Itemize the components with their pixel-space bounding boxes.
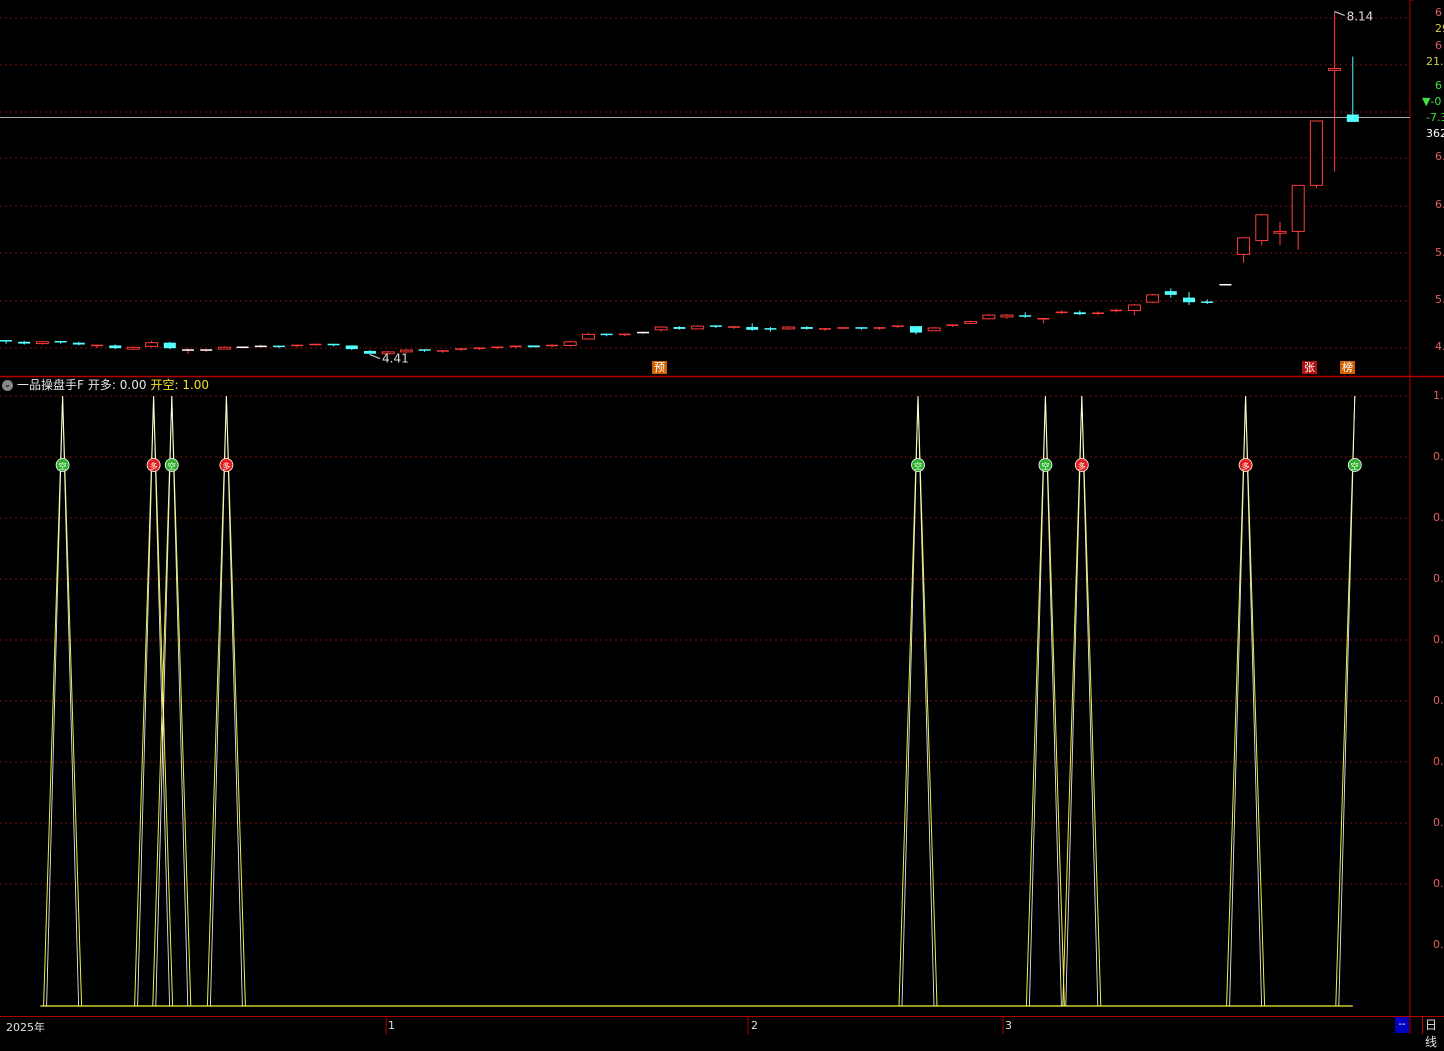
- candle-body: [72, 342, 85, 345]
- candle-body: [527, 345, 540, 348]
- price-axis-tick: 5.: [1435, 246, 1444, 259]
- candle-body: [1237, 237, 1251, 255]
- period-tab[interactable]: 日线: [1422, 1017, 1444, 1049]
- candle-body: [1309, 120, 1323, 186]
- price-axis-tick: ▼-0: [1422, 95, 1442, 108]
- candle-body: [1146, 294, 1160, 303]
- signal-kong-label: 空: [1351, 461, 1359, 471]
- high-pointer: [1334, 11, 1345, 16]
- indicator-axis-tick: 0.: [1433, 450, 1444, 463]
- signal-kong-label: 空: [59, 461, 67, 471]
- price-axis-tick: -7.3: [1426, 111, 1444, 124]
- signal-kong-label: 空: [168, 461, 176, 471]
- event-marker-badge[interactable]: 预: [652, 361, 667, 374]
- candle-body: [964, 321, 978, 324]
- indicator-axis-tick: 1.: [1433, 389, 1444, 402]
- candle-body: [691, 325, 705, 330]
- indicator-name[interactable]: 一品操盘手F: [17, 377, 84, 393]
- candle-body: [1000, 314, 1014, 318]
- signal-duo-label: 多: [222, 461, 230, 471]
- event-marker-badge[interactable]: 张: [1302, 361, 1317, 374]
- price-axis-tick: 6: [1435, 79, 1442, 92]
- candle-body: [1273, 230, 1287, 234]
- indicator-axis-tick: 0.: [1433, 572, 1444, 585]
- candle-body: [1328, 68, 1342, 71]
- price-axis-tick: 21.: [1426, 55, 1444, 68]
- price-axis-tick: 6.: [1435, 150, 1444, 163]
- indicator-header: ⌄ 一品操盘手F 开多: 0.00 开空: 1.00: [2, 377, 209, 393]
- scroll-button[interactable]: --: [1395, 1017, 1409, 1033]
- price-axis-tick: 29: [1435, 22, 1444, 35]
- candle-body: [1291, 184, 1305, 232]
- candle-body: [345, 345, 358, 350]
- candle-body: [163, 342, 176, 349]
- price-axis-tick: 6: [1435, 39, 1442, 52]
- candle-body: [1164, 291, 1177, 295]
- candle-body: [563, 341, 577, 346]
- candle-body: [910, 326, 922, 333]
- candle-body: [782, 326, 796, 330]
- indicator-axis-tick: 0.: [1433, 694, 1444, 707]
- candle-body: [581, 333, 595, 340]
- price-axis-tick: 6: [1435, 6, 1442, 19]
- candle-body: [800, 327, 813, 329]
- time-axis-label: 3: [1005, 1019, 1012, 1032]
- time-axis-label: 1: [388, 1019, 395, 1032]
- price-axis-tick: 6.: [1435, 198, 1444, 211]
- candle-body: [18, 341, 31, 344]
- low-pointer: [369, 354, 381, 360]
- stock-chart-window: 8.14 4.41 空多空多空空多多空 ⌄ 一品操盘手F 开多: 0.00 开空: …: [0, 0, 1444, 1049]
- chart-canvas[interactable]: 8.144.41空多空多空空多多空: [0, 0, 1444, 1034]
- signal-duo-label: 多: [1242, 461, 1250, 471]
- indicator-duo-line: [137, 395, 171, 1007]
- candle-body: [1255, 214, 1269, 242]
- high-price-label: 8.14: [1347, 10, 1374, 24]
- candle-body: [1073, 312, 1086, 315]
- candle-body: [927, 327, 941, 332]
- event-marker-badge[interactable]: 榜: [1340, 361, 1355, 374]
- price-axis-tick: 5.: [1435, 293, 1444, 306]
- candle-body: [126, 346, 140, 350]
- signal-kong-label: 空: [1041, 461, 1049, 471]
- candle-body: [35, 341, 49, 345]
- candle-body: [982, 314, 996, 320]
- price-axis-tick: 4.: [1435, 340, 1444, 353]
- low-price-label: 4.41: [382, 352, 409, 366]
- candle-body: [364, 350, 376, 354]
- signal-duo-label: 多: [150, 461, 158, 471]
- candle-body: [1127, 304, 1141, 311]
- collapse-indicator-button[interactable]: ⌄: [2, 379, 13, 391]
- candle-body: [1183, 297, 1195, 303]
- time-axis-label: 2: [751, 1019, 758, 1032]
- candle-body: [217, 346, 231, 350]
- candle-body: [673, 327, 686, 329]
- indicator-axis-tick: 0.: [1433, 755, 1444, 768]
- indicator-duo-value: 开多: 0.00: [87, 378, 147, 392]
- signal-duo-label: 多: [1078, 461, 1086, 471]
- signal-kong-label: 空: [914, 461, 922, 471]
- candle-body: [1346, 114, 1359, 122]
- candle-body: [109, 345, 122, 349]
- candle-body: [654, 326, 668, 331]
- candle-body: [746, 327, 759, 330]
- indicator-kong-value: 开空: 1.00: [150, 378, 210, 392]
- indicator-axis-tick: 0.: [1433, 938, 1444, 951]
- price-axis-tick: 362: [1426, 127, 1444, 140]
- indicator-axis-tick: 0.: [1433, 511, 1444, 524]
- time-axis-label: 2025年: [6, 1021, 45, 1034]
- candle-body: [145, 342, 159, 347]
- indicator-axis-tick: 0.: [1433, 816, 1444, 829]
- indicator-axis-tick: 0.: [1433, 633, 1444, 646]
- indicator-axis-tick: 0.: [1433, 877, 1444, 890]
